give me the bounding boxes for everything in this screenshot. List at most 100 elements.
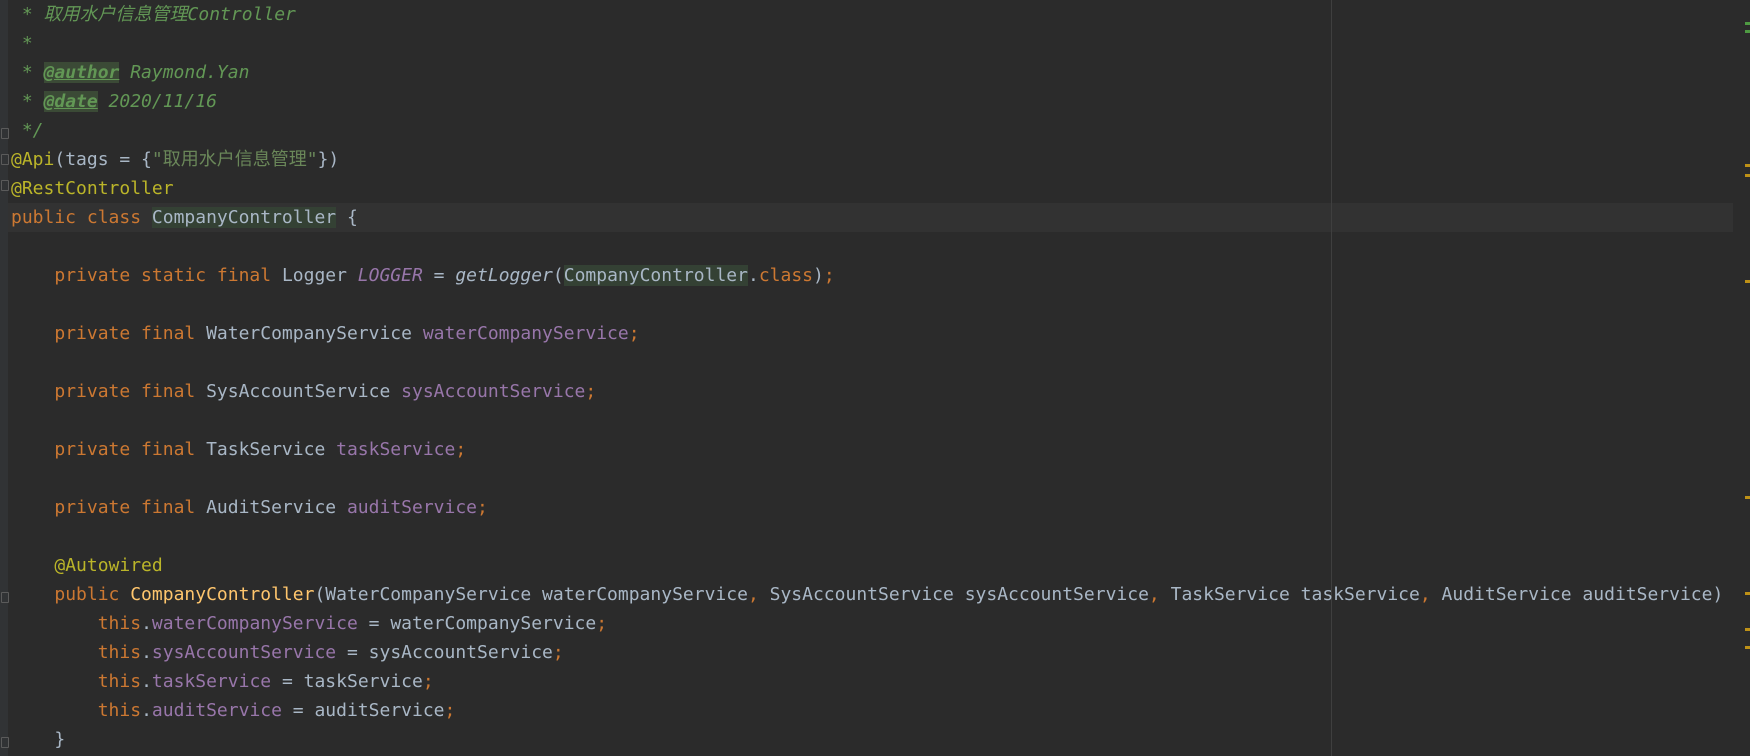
code-line[interactable]: private static final Logger LOGGER = get… bbox=[11, 261, 835, 290]
code-token: CompanyController bbox=[563, 265, 748, 286]
code-token: ) bbox=[813, 265, 824, 286]
code-token: 取用水户信息管理Controller bbox=[43, 4, 296, 25]
gutter[interactable] bbox=[0, 0, 8, 756]
code-line[interactable]: public class CompanyController { bbox=[11, 203, 358, 232]
code-token: sysAccountService bbox=[151, 642, 337, 663]
stripe-warning-mark[interactable] bbox=[1745, 496, 1750, 499]
code-token: @Autowired bbox=[54, 555, 163, 576]
code-token: @RestController bbox=[11, 178, 174, 199]
code-token: * bbox=[11, 33, 33, 54]
fold-end-icon[interactable] bbox=[1, 737, 9, 748]
code-token: CompanyController bbox=[151, 207, 337, 228]
stripe-warning-mark[interactable] bbox=[1745, 164, 1750, 167]
fold-start-icon[interactable] bbox=[1, 154, 9, 165]
code-line[interactable]: public CompanyController(WaterCompanySer… bbox=[11, 580, 1723, 609]
code-token: public class bbox=[11, 207, 152, 228]
code-token: private final bbox=[54, 497, 207, 518]
code-token: LOGGER bbox=[357, 265, 423, 286]
code-line[interactable]: this.taskService = taskService; bbox=[11, 667, 434, 696]
code-token: = waterCompanyService bbox=[357, 613, 597, 634]
fold-start-icon[interactable] bbox=[1, 592, 9, 603]
code-token: ; bbox=[585, 381, 597, 402]
stripe-ok-mark[interactable] bbox=[1745, 22, 1750, 25]
code-token: auditService bbox=[151, 700, 282, 721]
code-token: AuditService auditService) bbox=[1441, 584, 1724, 605]
code-token: sysAccountService bbox=[401, 381, 586, 402]
code-token: SysAccountService bbox=[206, 381, 402, 402]
code-token: = taskService bbox=[271, 671, 423, 692]
code-editor[interactable]: * 取用水户信息管理Controller * * @author Raymond… bbox=[0, 0, 1750, 756]
code-token: private final bbox=[54, 439, 207, 460]
code-token: waterCompanyService bbox=[422, 323, 629, 344]
code-token: AuditService bbox=[206, 497, 347, 518]
code-line[interactable]: * @author Raymond.Yan bbox=[11, 58, 249, 87]
code-token: this bbox=[97, 642, 142, 663]
code-token: public bbox=[54, 584, 131, 605]
stripe-warning-mark[interactable] bbox=[1745, 646, 1750, 649]
code-token: private final bbox=[54, 381, 207, 402]
code-token: = bbox=[422, 265, 456, 286]
code-token: ; bbox=[477, 497, 488, 518]
code-line[interactable]: @Api(tags = {"取用水户信息管理"}) bbox=[11, 145, 339, 174]
code-token: @author bbox=[43, 62, 120, 83]
code-token: auditService bbox=[346, 497, 478, 518]
code-token: . bbox=[141, 671, 152, 692]
fold-start-icon[interactable] bbox=[1, 180, 9, 191]
code-token: @Api bbox=[11, 149, 55, 170]
code-token: CompanyController bbox=[130, 584, 315, 605]
code-line[interactable]: private final TaskService taskService; bbox=[11, 435, 466, 464]
code-line[interactable]: * @date 2020/11/16 bbox=[11, 87, 217, 116]
code-token: taskService bbox=[151, 671, 272, 692]
code-token: } bbox=[11, 729, 66, 750]
code-token: @date bbox=[43, 91, 98, 112]
code-token: * bbox=[11, 4, 44, 25]
fold-end-icon[interactable] bbox=[1, 128, 9, 139]
code-token: }) bbox=[317, 149, 340, 170]
stripe-ok-mark[interactable] bbox=[1745, 30, 1750, 33]
code-token: , bbox=[747, 584, 770, 605]
code-token: * bbox=[11, 62, 44, 83]
code-token: this bbox=[97, 700, 142, 721]
code-token: * bbox=[11, 91, 44, 112]
code-token: private final bbox=[54, 323, 207, 344]
code-line[interactable]: this.sysAccountService = sysAccountServi… bbox=[11, 638, 564, 667]
code-token: = auditService bbox=[281, 700, 445, 721]
code-token: = sysAccountService bbox=[336, 642, 553, 663]
stripe-warning-mark[interactable] bbox=[1745, 628, 1750, 631]
stripe-warning-mark[interactable] bbox=[1745, 280, 1750, 283]
code-line[interactable]: */ bbox=[11, 116, 44, 145]
code-line[interactable]: private final AuditService auditService; bbox=[11, 493, 488, 522]
code-line[interactable]: } bbox=[11, 725, 65, 754]
code-token: ; bbox=[628, 323, 640, 344]
code-line[interactable]: this.waterCompanyService = waterCompanyS… bbox=[11, 609, 607, 638]
code-line[interactable]: @Autowired bbox=[11, 551, 163, 580]
code-token: (tags = { bbox=[54, 149, 152, 170]
code-line[interactable]: * bbox=[11, 29, 33, 58]
code-token: ( bbox=[552, 265, 564, 286]
code-token: */ bbox=[11, 120, 44, 141]
code-token: , bbox=[1419, 584, 1442, 605]
stripe-warning-mark[interactable] bbox=[1745, 174, 1750, 177]
code-token: waterCompanyService bbox=[151, 613, 358, 634]
code-line[interactable]: @RestController bbox=[11, 174, 174, 203]
code-token: TaskService taskService bbox=[1170, 584, 1420, 605]
code-line[interactable]: this.auditService = auditService; bbox=[11, 696, 456, 725]
code-token: . bbox=[141, 700, 152, 721]
stripe-warning-mark[interactable] bbox=[1745, 592, 1750, 595]
right-margin-guide bbox=[1331, 0, 1332, 756]
code-line[interactable]: private final SysAccountService sysAccou… bbox=[11, 377, 596, 406]
code-token: this bbox=[97, 613, 142, 634]
code-line[interactable]: private final WaterCompanyService waterC… bbox=[11, 319, 640, 348]
code-token: Logger bbox=[281, 265, 358, 286]
code-token: "取用水户信息管理" bbox=[151, 149, 318, 170]
code-line[interactable]: * 取用水户信息管理Controller bbox=[11, 0, 296, 29]
error-stripe[interactable] bbox=[1743, 0, 1750, 756]
